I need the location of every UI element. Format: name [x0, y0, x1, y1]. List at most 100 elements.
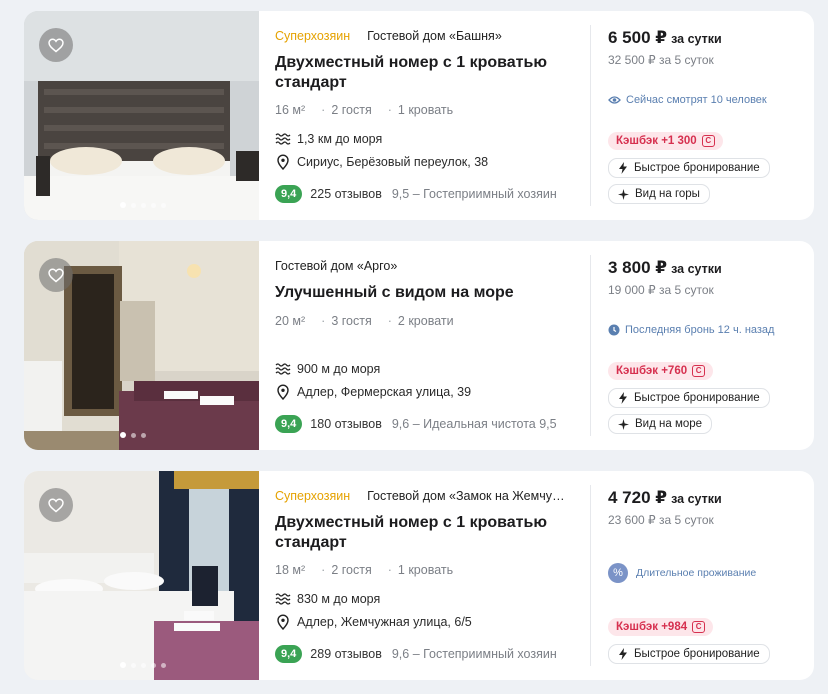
rating-score: 9,4 [275, 645, 303, 663]
address[interactable]: Адлер, Фермерская улица, 39 [297, 385, 471, 399]
waves-icon [275, 133, 291, 145]
address[interactable]: Сириус, Берёзовый переулок, 38 [297, 155, 488, 169]
total-price: 32 500 ₽ за 5 суток [608, 53, 714, 67]
room-title[interactable]: Улучшенный с видом на море [275, 283, 575, 303]
pagination-dot[interactable] [120, 202, 126, 208]
room-title[interactable]: Двухместный номер с 1 кроватью стандарт [275, 53, 575, 93]
chip-label: Быстрое бронирование [634, 392, 760, 404]
location-pin-icon [277, 614, 289, 630]
price: 4 720 ₽ за сутки [608, 488, 722, 508]
rating-score: 9,4 [275, 415, 303, 433]
reviews-count[interactable]: 289 отзывов [310, 647, 382, 661]
card-divider [590, 25, 591, 206]
address-row: Адлер, Жемчужная улица, 6/5 [275, 614, 472, 630]
address[interactable]: Адлер, Жемчужная улица, 6/5 [297, 615, 472, 629]
pagination-dot[interactable] [120, 662, 126, 668]
cashback-icon: С [701, 135, 715, 147]
reviews-count[interactable]: 180 отзывов [310, 417, 382, 431]
property-name[interactable]: Гостевой дом «Замок на Жемчужной» [367, 489, 567, 503]
cashback-text: Кэшбэк +1 300 [616, 135, 697, 147]
pagination-dot[interactable] [141, 662, 146, 668]
location-pin-icon [277, 154, 289, 170]
cashback-text: Кэшбэк +760 [616, 365, 688, 377]
sparkle-icon [618, 188, 629, 200]
pagination-dot[interactable] [151, 202, 156, 208]
listing-photo[interactable] [24, 11, 259, 220]
last-booking-notice: Последняя бронь 12 ч. назад [608, 324, 774, 336]
price-amount: 6 500 ₽ [608, 28, 668, 47]
favorite-button[interactable] [39, 258, 73, 292]
fast-booking-chip[interactable]: Быстрое бронирование [608, 388, 770, 408]
superhost-badge: Суперхозяин [275, 29, 351, 43]
listing-card[interactable]: Суперхозяин Гостевой дом «Замок на Жемчу… [24, 471, 814, 680]
property-name[interactable]: Гостевой дом «Башня» [367, 29, 502, 43]
reviews-count[interactable]: 225 отзывов [310, 187, 382, 201]
chip-label: Быстрое бронирование [634, 162, 760, 174]
pagination-dot[interactable] [141, 202, 146, 208]
sea-distance-row: 830 м до моря [275, 592, 380, 606]
heart-icon [48, 38, 64, 52]
view-chip[interactable]: Вид на горы [608, 184, 710, 204]
lightning-icon [619, 162, 627, 174]
location-pin-icon [277, 384, 289, 400]
rating-highlight: 9,5 – Гостеприимный хозяин [391, 187, 557, 201]
price-amount: 4 720 ₽ [608, 488, 668, 507]
last-booking-text: Последняя бронь 12 ч. назад [625, 324, 775, 336]
pagination-dot[interactable] [131, 202, 136, 208]
room-guests: 2 гостя [321, 563, 371, 577]
cashback-icon: С [692, 365, 706, 377]
waves-icon [275, 363, 291, 375]
room-guests: 2 гостя [321, 103, 371, 117]
fast-booking-chip[interactable]: Быстрое бронирование [608, 158, 770, 178]
heart-icon [48, 498, 64, 512]
rating-row: 9,4 289 отзывов 9,6 – Гостеприимный хозя… [275, 645, 587, 663]
sea-distance-row: 1,3 км до моря [275, 132, 382, 146]
chip-label: Быстрое бронирование [634, 648, 760, 660]
sea-distance: 1,3 км до моря [297, 132, 383, 146]
pagination-dot[interactable] [120, 432, 126, 438]
listing-card[interactable]: Гостевой дом «Арго» Улучшенный с видом н… [24, 241, 814, 450]
room-guests: 3 гостя [321, 314, 371, 328]
percent-icon: % [608, 563, 628, 583]
total-price: 23 600 ₽ за 5 суток [608, 513, 714, 527]
room-title[interactable]: Двухместный номер с 1 кроватью стандарт [275, 513, 575, 553]
cashback-icon: С [692, 621, 706, 633]
view-chip[interactable]: Вид на море [608, 414, 713, 434]
listing-card[interactable]: Суперхозяин Гостевой дом «Башня» Двухмес… [24, 11, 814, 220]
pagination-dot[interactable] [151, 662, 156, 668]
pagination-dot[interactable] [141, 432, 146, 438]
rating-score: 9,4 [275, 185, 303, 203]
long-stay-badge: % Длительное проживание [608, 563, 756, 583]
property-name[interactable]: Гостевой дом «Арго» [275, 259, 397, 273]
cashback-badge: Кэшбэк +984 С [608, 618, 714, 636]
rating-highlight: 9,6 – Гостеприимный хозяин [391, 647, 557, 661]
photo-pagination [120, 662, 166, 668]
address-row: Адлер, Фермерская улица, 39 [275, 384, 471, 400]
lightning-icon [619, 648, 627, 660]
rating-row: 9,4 180 отзывов 9,6 – Идеальная чистота … [275, 415, 587, 433]
room-area: 20 м² [275, 314, 306, 328]
pagination-dot[interactable] [131, 432, 136, 438]
pagination-dot[interactable] [131, 662, 136, 668]
superhost-badge: Суперхозяин [275, 489, 351, 503]
price: 6 500 ₽ за сутки [608, 28, 722, 48]
room-beds: 1 кровать [388, 103, 453, 117]
listing-photo[interactable] [24, 241, 259, 450]
chip-label: Вид на горы [635, 188, 700, 200]
cashback-badge: Кэшбэк +1 300 С [608, 132, 723, 150]
room-area: 16 м² [275, 103, 306, 117]
clock-icon [608, 324, 620, 336]
card-divider [590, 485, 591, 666]
sea-distance: 830 м до моря [297, 592, 381, 606]
pagination-dot[interactable] [161, 662, 166, 668]
pagination-dot[interactable] [161, 202, 166, 208]
favorite-button[interactable] [39, 488, 73, 522]
favorite-button[interactable] [39, 28, 73, 62]
rating-row: 9,4 225 отзывов 9,5 – Гостеприимный хозя… [275, 185, 587, 203]
lightning-icon [619, 392, 627, 404]
price-unit: за сутки [671, 492, 722, 506]
room-specs: 18 м² 2 гостя 1 кровать [275, 563, 453, 577]
fast-booking-chip[interactable]: Быстрое бронирование [608, 644, 770, 664]
card-divider [590, 255, 591, 436]
listing-photo[interactable] [24, 471, 259, 680]
